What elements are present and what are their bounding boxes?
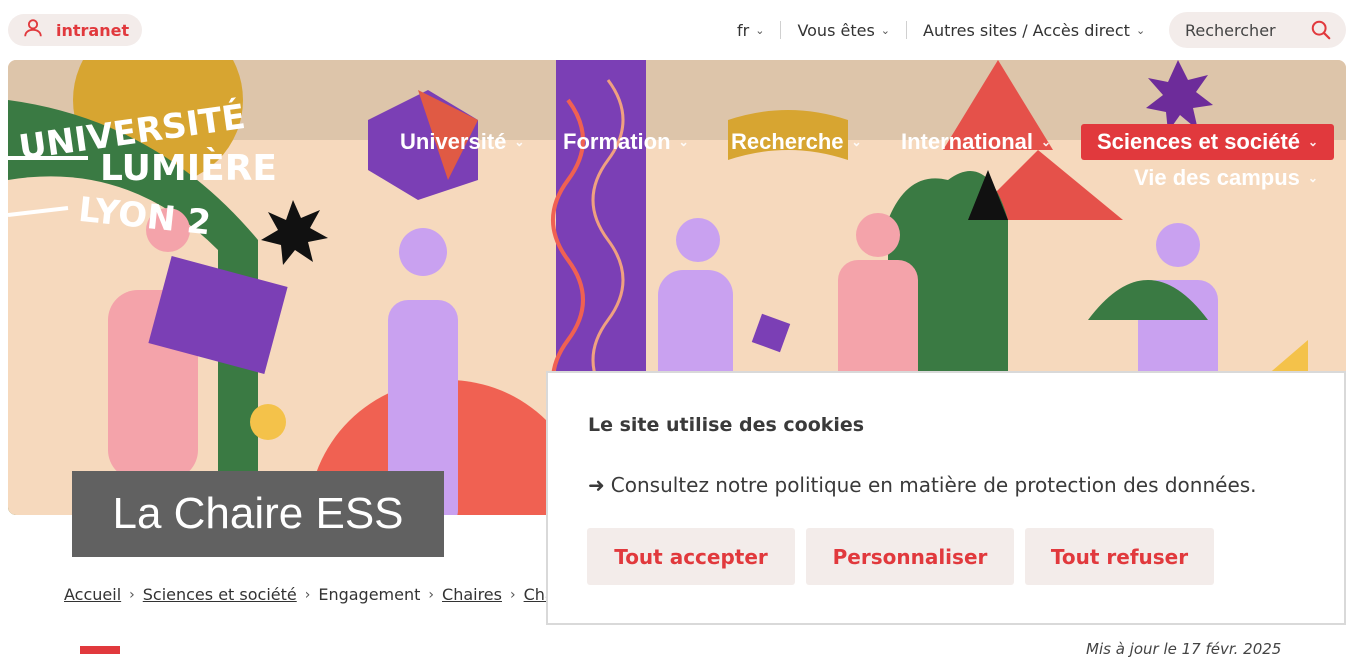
chevron-down-icon: ⌄: [880, 23, 891, 37]
autres-sites-menu[interactable]: Autres sites / Accès direct ⌄: [923, 21, 1145, 40]
top-bar: intranet fr ⌄ Vous êtes ⌄ Autres sites /…: [0, 0, 1366, 60]
intranet-button[interactable]: intranet: [8, 14, 142, 46]
chevron-right-icon: ›: [428, 586, 435, 603]
nav-label: Vie des campus: [1134, 165, 1300, 190]
language-selector[interactable]: fr ⌄: [737, 21, 764, 40]
update-date: Mis à jour le 17 févr. 2025: [1086, 640, 1282, 658]
chevron-down-icon: ⌄: [851, 135, 862, 149]
nav-recherche[interactable]: Recherche ⌄: [731, 124, 862, 160]
page-title-text: La Chaire ESS: [112, 489, 404, 538]
search-placeholder: Rechercher: [1185, 20, 1276, 40]
language-label: fr: [737, 20, 750, 40]
nav-label: Université: [400, 129, 507, 154]
chevron-right-icon: ›: [129, 586, 135, 603]
chevron-down-icon: ⌄: [755, 23, 765, 37]
privacy-policy-link[interactable]: Consultez notre politique en matière de …: [611, 473, 1257, 497]
chevron-right-icon: ›: [509, 586, 516, 603]
accept-all-button[interactable]: Tout accepter: [587, 528, 795, 585]
logo-line-2: LUMIÈRE: [100, 147, 277, 189]
breadcrumb-chaires[interactable]: Chaires: [442, 585, 502, 604]
search-icon[interactable]: [1310, 19, 1332, 41]
breadcrumb-engagement: Engagement: [318, 585, 421, 604]
cookie-dialog: Le site utilise des cookies ➜ Consultez …: [546, 371, 1346, 625]
nav-vie-des-campus[interactable]: Vie des campus ⌄: [1134, 160, 1318, 196]
breadcrumb-accueil[interactable]: Accueil: [64, 585, 121, 604]
chevron-down-icon: ⌄: [514, 135, 525, 149]
breadcrumb-sciences-et-societe[interactable]: Sciences et société: [143, 585, 297, 604]
arrow-right-icon: ➜: [588, 473, 605, 497]
page-title: La Chaire ESS: [72, 471, 444, 557]
nav-label: Formation: [563, 129, 671, 154]
intranet-label: intranet: [56, 20, 130, 40]
vous-etes-label: Vous êtes: [797, 20, 875, 40]
nav-sciences-et-societe[interactable]: Sciences et société ⌄: [1081, 124, 1335, 160]
autres-sites-label: Autres sites / Accès direct: [923, 20, 1130, 40]
utility-nav: fr ⌄ Vous êtes ⌄ Autres sites / Accès di…: [737, 14, 1145, 46]
chevron-right-icon: ›: [304, 586, 311, 603]
chevron-down-icon: ⌄: [678, 135, 689, 149]
refuse-all-button[interactable]: Tout refuser: [1025, 528, 1214, 585]
nav-label: International: [901, 129, 1034, 154]
logo-line-3: LYON 2: [77, 190, 213, 240]
nav-label: Sciences et société: [1097, 129, 1301, 154]
university-logo[interactable]: UNIVERSITÉ LUMIÈRE LYON 2: [8, 80, 318, 243]
vous-etes-menu[interactable]: Vous êtes ⌄: [797, 21, 890, 40]
nav-formation[interactable]: Formation ⌄: [563, 124, 689, 160]
divider: [780, 21, 782, 39]
chevron-down-icon: ⌄: [1135, 23, 1146, 37]
nav-label: Recherche: [731, 129, 844, 154]
chevron-down-icon: ⌄: [1308, 135, 1319, 149]
cookie-title: Le site utilise des cookies: [588, 414, 865, 436]
divider: [906, 21, 908, 39]
section-accent: [80, 646, 120, 654]
nav-international[interactable]: International ⌄: [901, 124, 1051, 160]
logo-graphic: UNIVERSITÉ LUMIÈRE LYON 2: [8, 96, 277, 243]
customize-button[interactable]: Personnaliser: [806, 528, 1014, 585]
search-input[interactable]: Rechercher: [1169, 12, 1346, 48]
cookie-policy-line: ➜ Consultez notre politique en matière d…: [588, 473, 1257, 497]
chevron-down-icon: ⌄: [1307, 171, 1318, 185]
nav-universite[interactable]: Université ⌄: [400, 124, 524, 160]
chevron-down-icon: ⌄: [1041, 135, 1052, 149]
user-icon: [22, 17, 44, 43]
breadcrumb: Accueil › Sciences et société › Engageme…: [64, 585, 559, 604]
